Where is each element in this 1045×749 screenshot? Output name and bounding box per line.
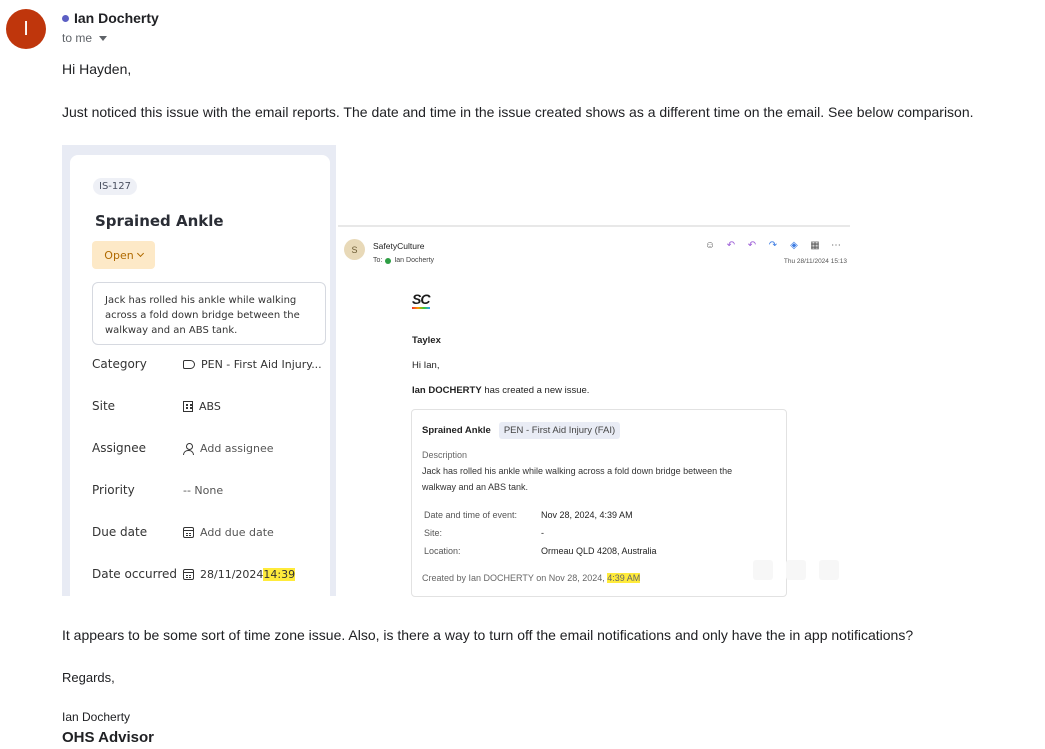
field-label: Assignee	[92, 441, 147, 455]
paragraph-1: Just noticed this issue with the email r…	[62, 104, 974, 120]
date-value: 28/11/2024	[200, 567, 264, 581]
created-by-text: Created by Ian DOCHERTY on Nov 28, 2024,	[422, 573, 605, 583]
presence-dot-icon	[385, 257, 392, 264]
user-icon	[183, 442, 194, 455]
kv-value: Ormeau QLD 4208, Australia	[541, 546, 657, 556]
apps-icon: ◈	[790, 240, 798, 251]
calendar-icon	[183, 526, 194, 538]
field-due-date: Due date Add due date	[92, 522, 328, 542]
email-greeting: Hi Ian,	[412, 360, 440, 371]
recipients-toggle[interactable]: to me	[62, 31, 108, 45]
tag-icon	[183, 359, 195, 369]
faded-button	[819, 560, 839, 580]
email-screenshot: S SafetyCulture To: Ian Docherty ☺ ↶ ↶ ↷…	[338, 225, 850, 600]
kv-value: -	[541, 528, 544, 538]
kv-value: Nov 28, 2024, 4:39 AM	[541, 510, 633, 520]
kv-row: Date and time of event: Nov 28, 2024, 4:…	[424, 510, 633, 520]
chevron-down-icon	[136, 249, 144, 258]
field-date-occurred: Date occurred 28/11/202414:39	[92, 564, 328, 584]
status-label: Open	[104, 248, 134, 262]
email-to-line: To: Ian Docherty	[373, 257, 434, 264]
field-assignee: Assignee Add assignee	[92, 438, 328, 458]
kv-key: Location:	[424, 546, 461, 556]
field-value: Add assignee	[200, 441, 274, 455]
email-to-name: Ian Docherty	[394, 257, 435, 264]
field-site: Site ABS	[92, 396, 328, 416]
calendar-icon	[183, 568, 194, 580]
caret-down-icon	[99, 35, 108, 41]
email-created-line: Ian DOCHERTY has created a new issue.	[412, 385, 589, 396]
emoji-icon: ☺	[704, 240, 716, 251]
reply-icon: ↶	[726, 240, 736, 251]
email-sender-avatar: S	[344, 239, 365, 260]
email-issue-card: Sprained Ankle PEN - First Aid Injury (F…	[411, 409, 787, 597]
email-org: Taylex	[412, 335, 441, 346]
email-created-text: has created a new issue.	[484, 385, 590, 396]
field-label: Site	[92, 399, 116, 413]
forward-icon: ↷	[768, 240, 778, 251]
issue-title: Sprained Ankle	[95, 212, 224, 230]
field-label: Due date	[92, 525, 148, 539]
field-label: Category	[92, 357, 147, 371]
email-toolbar: ☺ ↶ ↶ ↷ ◈ ▦ ⋯	[704, 240, 842, 252]
issue-screenshot: IS-127 Sprained Ankle Open Jack has roll…	[62, 145, 336, 596]
email-card-title-text: Sprained Ankle	[422, 425, 491, 436]
issue-card: IS-127 Sprained Ankle Open Jack has roll…	[70, 155, 330, 596]
field-value: Add due date	[200, 525, 274, 539]
issue-description: Jack has rolled his ankle while walking …	[92, 282, 326, 345]
field-value: -- None	[183, 483, 224, 497]
sender-name[interactable]: Ian Docherty	[62, 10, 159, 26]
issue-id-badge: IS-127	[93, 178, 137, 195]
description-label: Description	[422, 450, 468, 460]
status-dropdown: Open	[92, 241, 155, 269]
field-category: Category PEN - First Aid Injury...	[92, 354, 328, 374]
email-card-title: Sprained Ankle PEN - First Aid Injury (F…	[422, 422, 621, 439]
description-line-1: Jack has rolled his ankle while walking …	[422, 466, 733, 476]
kv-row: Location: Ormeau QLD 4208, Australia	[424, 546, 657, 556]
field-priority: Priority -- None	[92, 480, 328, 500]
building-icon	[183, 400, 193, 412]
safetyculture-logo: SC	[412, 291, 431, 309]
sender-name-text: Ian Docherty	[74, 10, 159, 26]
field-value: PEN - First Aid Injury...	[201, 357, 322, 371]
presence-dot-icon	[62, 14, 69, 22]
time-highlight: 14:39	[263, 567, 296, 581]
description-line-2: walkway and an ABS tank.	[422, 482, 529, 492]
grid-icon: ▦	[810, 240, 820, 251]
created-by-line: Created by Ian DOCHERTY on Nov 28, 2024,…	[422, 573, 641, 583]
sender-avatar[interactable]: I	[6, 9, 46, 49]
regards: Regards,	[62, 670, 115, 685]
signature-name: Ian Docherty	[62, 710, 131, 724]
more-icon: ⋯	[831, 240, 841, 251]
recipients-text: to me	[62, 31, 93, 45]
category-chip: PEN - First Aid Injury (FAI)	[498, 422, 621, 439]
kv-key: Date and time of event:	[424, 510, 518, 520]
field-value: ABS	[199, 399, 221, 413]
greeting: Hi Hayden,	[62, 61, 132, 77]
email-creator: Ian DOCHERTY	[412, 385, 482, 396]
field-label: Priority	[92, 483, 135, 497]
faded-button	[753, 560, 773, 580]
created-time-highlight: 4:39 AM	[607, 573, 641, 583]
reply-all-icon: ↶	[747, 240, 757, 251]
email-to-label: To:	[373, 257, 383, 264]
kv-key: Site:	[424, 528, 443, 538]
field-label: Date occurred	[92, 567, 178, 581]
email-date: Thu 28/11/2024 15:13	[783, 258, 847, 265]
kv-row: Site: -	[424, 528, 544, 538]
faded-button	[786, 560, 806, 580]
signature-title: OHS Advisor	[62, 729, 154, 746]
email-sender-name: SafetyCulture	[373, 241, 425, 251]
paragraph-2: It appears to be some sort of time zone …	[62, 627, 914, 643]
